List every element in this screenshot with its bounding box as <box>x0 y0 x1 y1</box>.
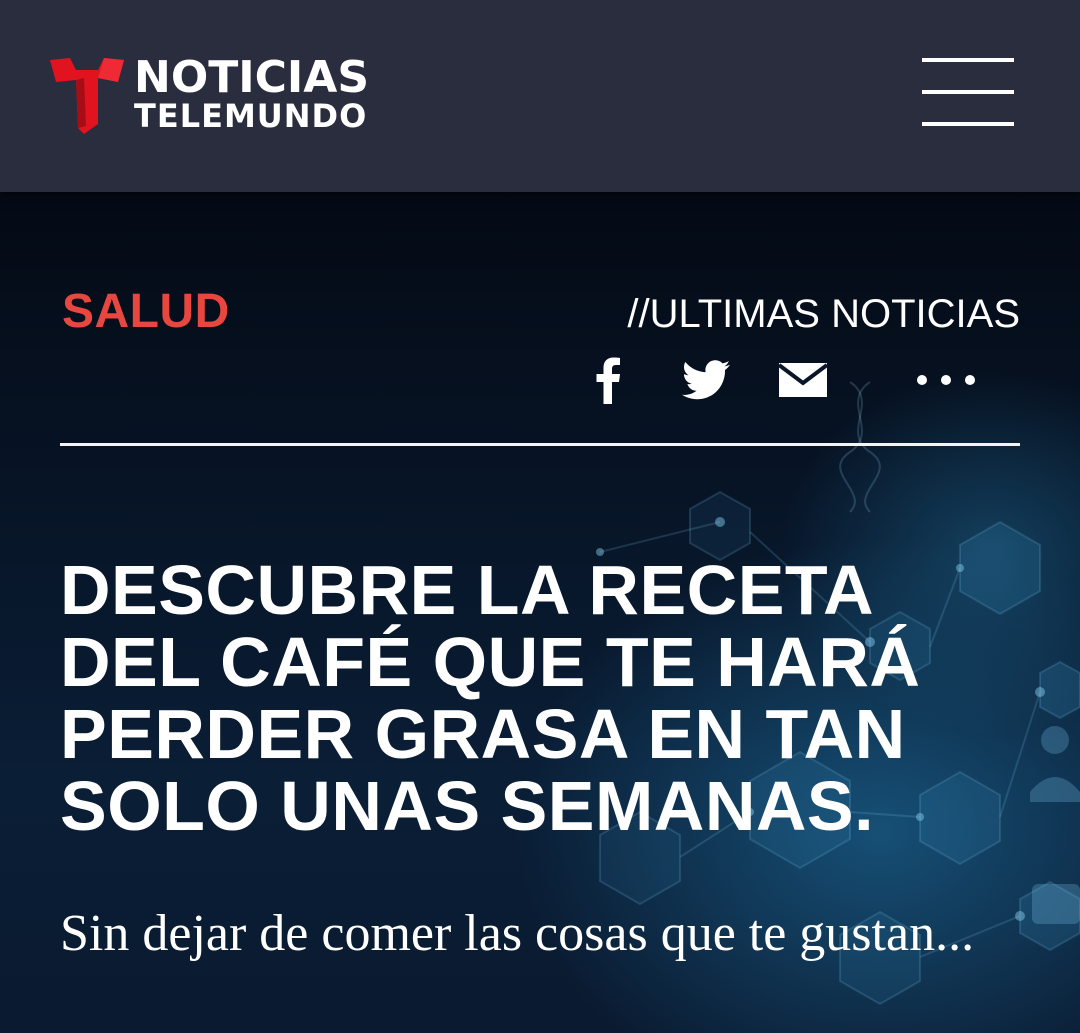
hamburger-menu-icon[interactable] <box>920 56 1016 128</box>
article-headline: DESCUBRE LA RECETA DEL CAFÉ QUE TE HARÁ … <box>60 551 921 845</box>
article-hero: SALUD //ULTIMAS NOTICIAS DESCUBRE LA REC… <box>0 192 1080 1033</box>
twitter-icon[interactable] <box>678 348 734 412</box>
logo-wordmark: NOTICIAS TELEMUNDO <box>134 52 370 135</box>
article-subtitle: Sin dejar de comer las cosas que te gust… <box>60 905 975 962</box>
more-dots-glyph <box>917 375 975 385</box>
facebook-glyph <box>596 357 620 404</box>
email-glyph <box>778 363 828 397</box>
section-tag[interactable]: //ULTIMAS NOTICIAS <box>627 292 1020 337</box>
facebook-icon[interactable] <box>584 348 632 412</box>
menu-bar-middle <box>922 90 1014 94</box>
menu-bar-top <box>922 58 1014 62</box>
logo-line-telemundo: TELEMUNDO <box>134 97 368 135</box>
email-icon[interactable] <box>776 348 830 412</box>
page: NOTICIAS TELEMUNDO SALUD //ULTIMAS NOTIC… <box>0 0 1080 1033</box>
article-category[interactable]: SALUD <box>62 284 230 339</box>
twitter-glyph <box>682 360 730 400</box>
header-divider <box>60 443 1020 446</box>
noticias-telemundo-logo[interactable]: NOTICIAS TELEMUNDO <box>48 54 369 134</box>
site-header: NOTICIAS TELEMUNDO <box>0 0 1080 192</box>
more-icon[interactable] <box>910 348 982 412</box>
telemundo-t-icon <box>50 58 124 134</box>
logo-line-noticias: NOTICIAS <box>134 52 370 103</box>
menu-bar-bottom <box>922 122 1014 126</box>
